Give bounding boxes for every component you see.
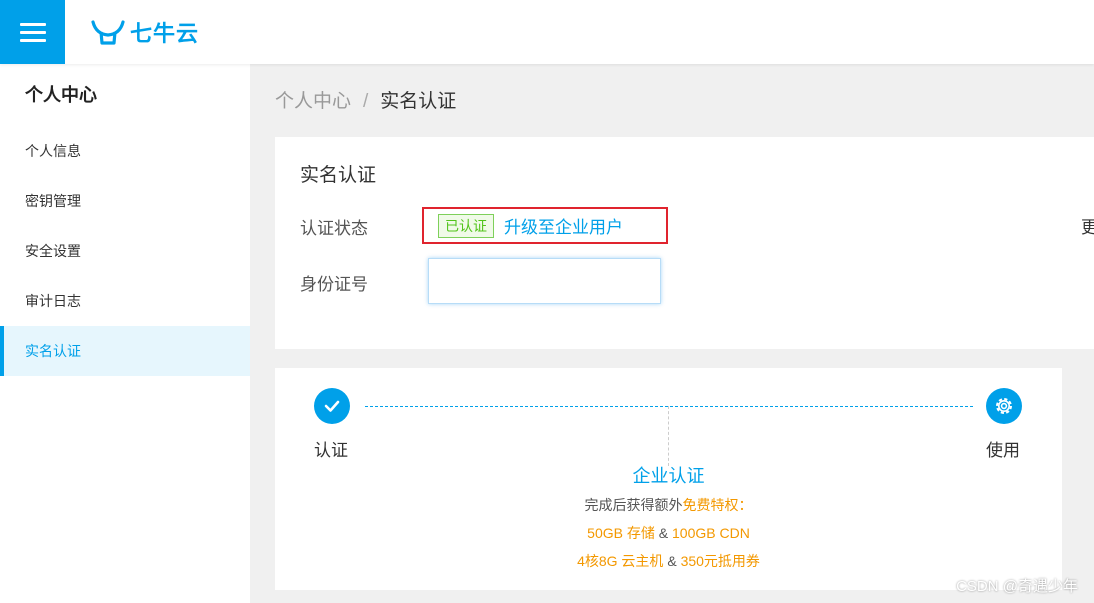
sidebar-item-real-name-auth[interactable]: 实名认证 [0,326,250,376]
enterprise-auth-link: 企业认证 [275,462,1062,488]
sidebar-item-key-management[interactable]: 密钥管理 [0,176,250,226]
perks-highlight: 免费特权： [682,497,753,513]
progress-dashed-line [365,406,973,407]
branch-dashed-line [668,406,669,466]
hamburger-icon [19,18,46,47]
id-number-input[interactable] [428,258,661,304]
sidebar-item-security-settings[interactable]: 安全设置 [0,226,250,276]
id-number-label: 身份证号 [300,275,368,294]
sidebar-title: 个人中心 [25,85,97,105]
sidebar: 个人中心 个人信息 密钥管理 安全设置 审计日志 实名认证 [0,64,250,603]
perks-prefix: 完成后获得额外 [584,497,683,513]
upgrade-enterprise-link[interactable]: 升级至企业用户 [504,213,623,238]
perks-intro: 完成后获得额外免费特权： [275,495,1062,515]
perk-separator-2: & [667,553,677,569]
status-label: 认证状态 [300,219,368,238]
top-bar: 七牛云 [0,0,1094,64]
truncated-text: 更 [1081,218,1094,237]
perk-cloud-host: 4核8G 云主机 [577,553,664,569]
perk-cdn: 100GB CDN [672,525,750,541]
breadcrumb-separator: / [363,91,369,112]
qiniu-bull-icon [91,20,125,45]
check-icon [314,388,350,424]
verification-card: 实名认证 认证状态 已认证 升级至企业用户 身份证号 更 [275,137,1094,349]
card-title: 实名认证 [300,165,377,186]
steps-card: 认证 使用 企业认证 完成后获得额外免费特权： 50GB 存储 & 100GB … [275,368,1062,590]
status-highlight-box: 已认证 升级至企业用户 [422,207,668,244]
perk-separator-1: & [658,525,669,541]
status-badge: 已认证 [438,214,494,238]
perks-line-1: 50GB 存储 & 100GB CDN [275,523,1062,543]
sidebar-item-audit-log[interactable]: 审计日志 [0,276,250,326]
perk-voucher: 350元抵用券 [680,553,760,569]
gear-icon [986,388,1022,424]
logo-text: 七牛云 [130,21,200,46]
breadcrumb-parent[interactable]: 个人中心 [275,91,351,112]
sidebar-item-personal-info[interactable]: 个人信息 [0,126,250,176]
enterprise-auth-title[interactable]: 企业认证 [633,466,705,486]
perk-storage: 50GB 存储 [587,525,655,541]
step-use-label: 使用 [986,441,1020,460]
breadcrumb: 个人中心 / 实名认证 [275,86,456,113]
watermark: CSDN @奇遇少年 [956,578,1078,595]
logo[interactable]: 七牛云 [90,16,199,48]
breadcrumb-current: 实名认证 [380,91,457,112]
step-verify-label: 认证 [314,441,348,460]
perks-line-2: 4核8G 云主机 & 350元抵用券 [275,551,1062,571]
menu-button[interactable] [0,0,65,64]
